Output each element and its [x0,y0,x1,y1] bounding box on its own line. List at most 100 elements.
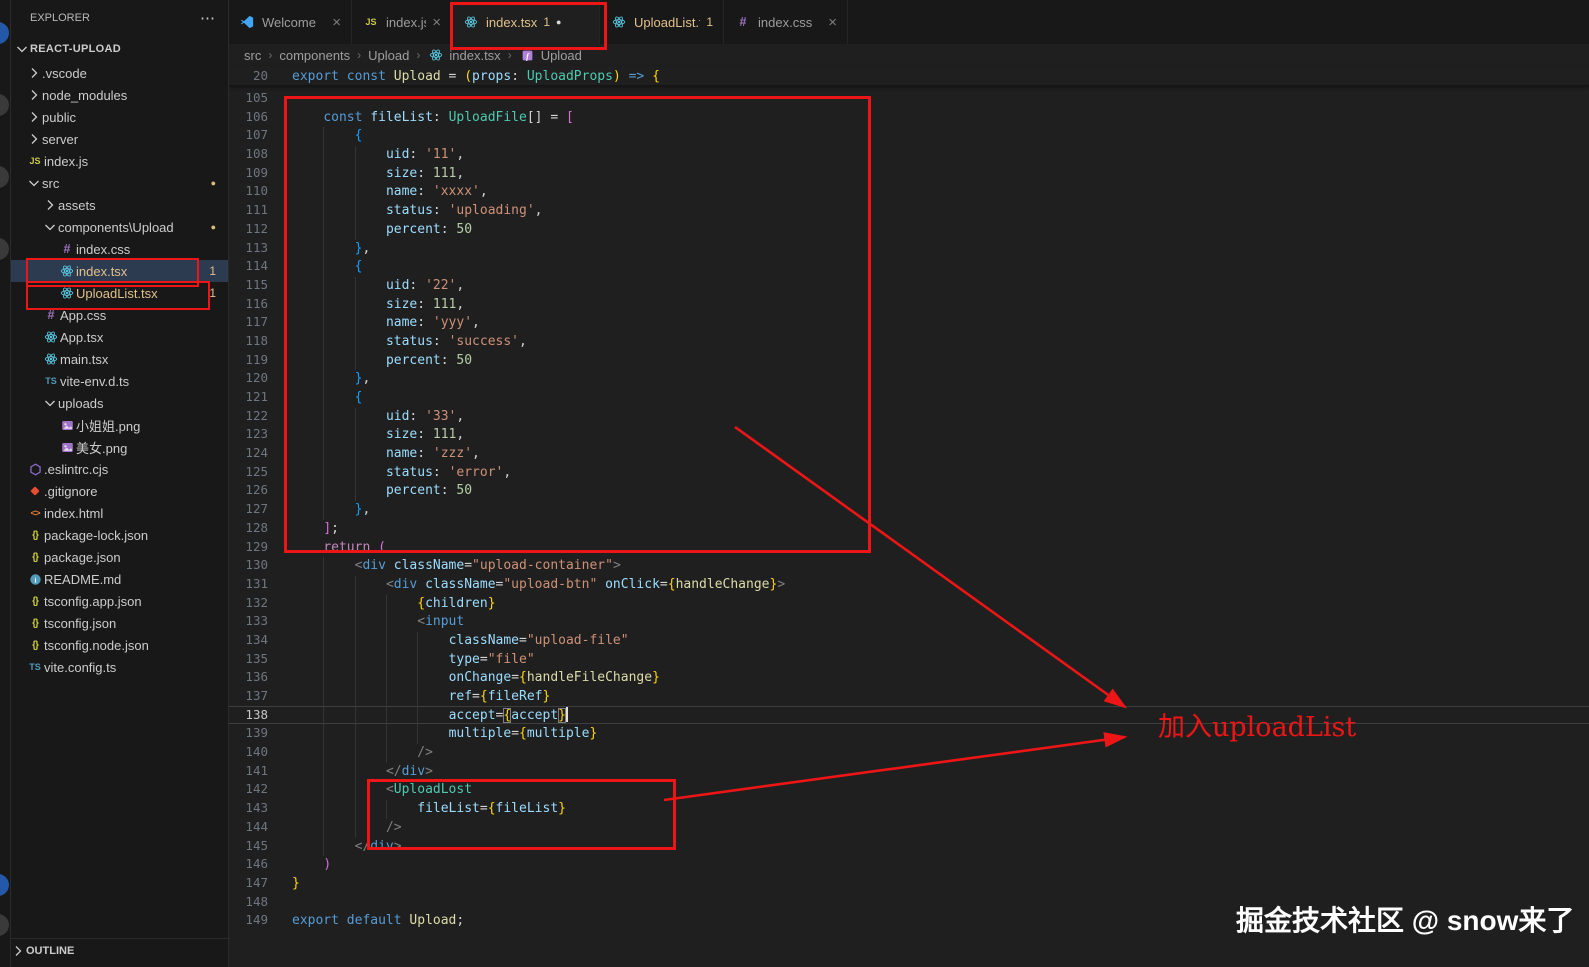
line-number[interactable]: 112 [228,220,292,239]
code-line-125[interactable]: 125 status: 'error', [228,463,1589,482]
code-line-126[interactable]: 126 percent: 50 [228,481,1589,500]
tree-item-assets[interactable]: assets [10,194,228,216]
tab-index.css[interactable]: # index.css × [724,0,848,44]
tab-index.tsx[interactable]: index.tsx 1 ● [452,0,600,44]
code-line-108[interactable]: 108 uid: '11', [228,145,1589,164]
tree-item-public[interactable]: public [10,106,228,128]
code-line-143[interactable]: 143 fileList={fileList} [228,799,1589,818]
code-line-129[interactable]: 129 return ( [228,538,1589,557]
tree-item-tsconfig.node.json[interactable]: {} tsconfig.node.json [10,634,228,656]
tree-item-src[interactable]: src ● [10,172,228,194]
code-line-127[interactable]: 127 }, [228,500,1589,519]
tree-item-tsconfig.json[interactable]: {} tsconfig.json [10,612,228,634]
line-number[interactable]: 120 [228,369,292,388]
line-number[interactable]: 149 [228,911,292,930]
dirty-indicator-icon[interactable]: ● [556,17,561,27]
tree-item-package.json[interactable]: {} package.json [10,546,228,568]
line-number[interactable]: 131 [228,575,292,594]
code-line-119[interactable]: 119 percent: 50 [228,351,1589,370]
code-line-147[interactable]: 147} [228,874,1589,893]
activity-icon-partial[interactable] [0,874,9,896]
code-line-134[interactable]: 134 className="upload-file" [228,631,1589,650]
line-number[interactable]: 143 [228,799,292,818]
tree-item-UploadList.tsx[interactable]: UploadList.tsx 1 [10,282,228,304]
line-number[interactable]: 105 [228,89,292,108]
code-line-138[interactable]: 138 accept={accept} [228,706,1589,725]
line-number[interactable]: 111 [228,201,292,220]
code-editor[interactable]: 105 106 const fileList: UploadFile[] = [1… [228,89,1589,930]
tree-item-components-Upload[interactable]: components\Upload ● [10,216,228,238]
line-number[interactable]: 124 [228,444,292,463]
code-line-117[interactable]: 117 name: 'yyy', [228,313,1589,332]
line-number[interactable]: 122 [228,407,292,426]
line-number[interactable]: 132 [228,594,292,613]
breadcrumb-item-Upload[interactable]: Upload [368,48,409,63]
line-number[interactable]: 106 [228,108,292,127]
code-line-122[interactable]: 122 uid: '33', [228,407,1589,426]
code-line-116[interactable]: 116 size: 111, [228,295,1589,314]
code-line-109[interactable]: 109 size: 111, [228,164,1589,183]
tab-index.js[interactable]: JS index.js × [352,0,452,44]
line-number[interactable]: 141 [228,762,292,781]
code-line-130[interactable]: 130 <div className="upload-container"> [228,556,1589,575]
line-number[interactable]: 117 [228,313,292,332]
line-number[interactable]: 116 [228,295,292,314]
project-section-header[interactable]: REACT-UPLOAD [10,36,228,62]
code-line-140[interactable]: 140 /> [228,743,1589,762]
tree-item-node_modules[interactable]: node_modules [10,84,228,106]
code-line-124[interactable]: 124 name: 'zzz', [228,444,1589,463]
code-line-114[interactable]: 114 { [228,257,1589,276]
tree-item-main.tsx[interactable]: main.tsx [10,348,228,370]
code-line-112[interactable]: 112 percent: 50 [228,220,1589,239]
code-line-146[interactable]: 146 ) [228,855,1589,874]
tree-item-App.css[interactable]: # App.css [10,304,228,326]
line-number[interactable]: 144 [228,818,292,837]
code-line-110[interactable]: 110 name: 'xxxx', [228,182,1589,201]
code-line-113[interactable]: 113 }, [228,239,1589,258]
breadcrumb-item-components[interactable]: components [279,48,350,63]
code-line-107[interactable]: 107 { [228,126,1589,145]
tree-item-.vscode[interactable]: .vscode [10,62,228,84]
line-number[interactable]: 110 [228,182,292,201]
activity-icon-partial[interactable] [0,94,9,116]
line-number[interactable]: 118 [228,332,292,351]
code-line-121[interactable]: 121 { [228,388,1589,407]
tab-Welcome[interactable]: Welcome × [228,0,352,44]
tree-item-index.js[interactable]: JS index.js [10,150,228,172]
tree-item-vite-env.d.ts[interactable]: TS vite-env.d.ts [10,370,228,392]
close-icon[interactable]: × [332,14,341,31]
line-number[interactable]: 128 [228,519,292,538]
close-icon[interactable]: × [828,14,837,31]
code-line-133[interactable]: 133 <input [228,612,1589,631]
code-line-135[interactable]: 135 type="file" [228,650,1589,669]
line-number[interactable]: 140 [228,743,292,762]
line-number[interactable]: 115 [228,276,292,295]
line-number[interactable]: 20 [228,66,292,85]
line-number[interactable]: 119 [228,351,292,370]
code-line-106[interactable]: 106 const fileList: UploadFile[] = [ [228,108,1589,127]
tab-UploadList.tsx[interactable]: UploadList.tsx 1 [600,0,724,44]
tree-item-package-lock.json[interactable]: {} package-lock.json [10,524,228,546]
tree-item-tsconfig.app.json[interactable]: {} tsconfig.app.json [10,590,228,612]
code-line-132[interactable]: 132 {children} [228,594,1589,613]
line-number[interactable]: 114 [228,257,292,276]
code-line-123[interactable]: 123 size: 111, [228,425,1589,444]
tree-item-index.html[interactable]: <> index.html [10,502,228,524]
tree-item-index.css[interactable]: # index.css [10,238,228,260]
activity-icon-partial[interactable] [0,166,9,188]
tree-item--.png[interactable]: 美女.png [10,436,228,458]
outline-section[interactable]: OUTLINE [10,938,228,963]
code-line-145[interactable]: 145 </div> [228,837,1589,856]
activity-bar[interactable] [0,0,11,967]
code-line-131[interactable]: 131 <div className="upload-btn" onClick=… [228,575,1589,594]
tree-item-.eslintrc.cjs[interactable]: .eslintrc.cjs [10,458,228,480]
line-number[interactable]: 125 [228,463,292,482]
line-number[interactable]: 139 [228,724,292,743]
code-line-144[interactable]: 144 /> [228,818,1589,837]
line-number[interactable]: 127 [228,500,292,519]
line-number[interactable]: 148 [228,893,292,912]
tree-item-index.tsx[interactable]: index.tsx 1 [10,260,228,282]
sticky-scroll-line[interactable]: 20 export const Upload = (props: UploadPr… [228,66,1589,85]
line-number[interactable]: 147 [228,874,292,893]
code-line-120[interactable]: 120 }, [228,369,1589,388]
